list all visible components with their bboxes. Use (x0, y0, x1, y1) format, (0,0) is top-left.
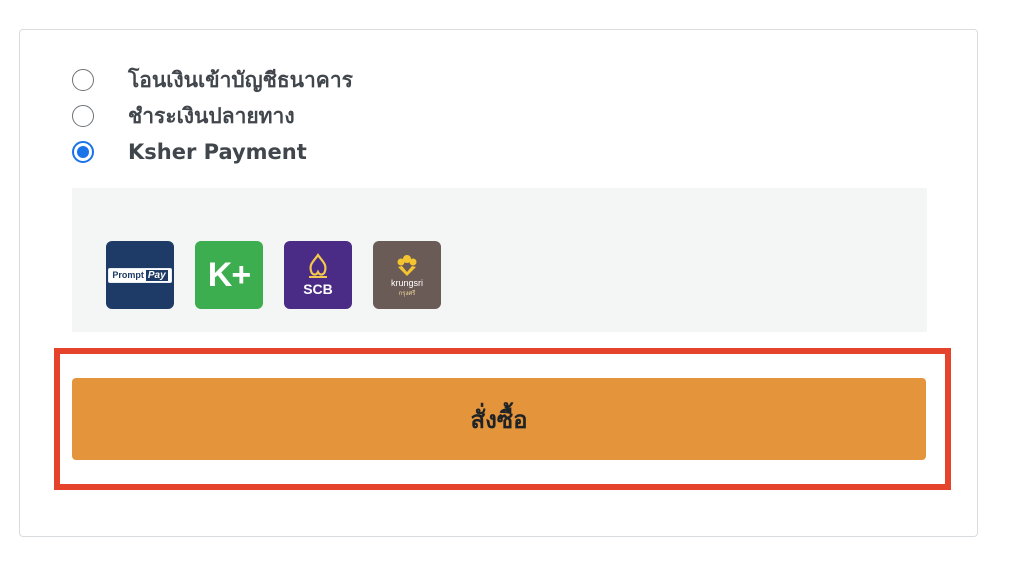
krungsri-logo-subtext: กรุงศรี (398, 289, 416, 297)
scb-logo-text: SCB (303, 281, 333, 297)
payment-option-label: ชำระเงินปลายทาง (128, 103, 295, 128)
payment-option-bank-transfer[interactable]: โอนเงินเข้าบัญชีธนาคาร (72, 62, 353, 98)
payment-option-ksher[interactable]: Ksher Payment (72, 134, 353, 170)
scb-icon[interactable]: SCB (284, 241, 352, 309)
kplus-icon[interactable]: K+ (195, 241, 263, 309)
radio-cash-on-delivery[interactable] (72, 105, 94, 127)
promptpay-logo-text-pay: Pay (145, 269, 168, 281)
krungsri-logo-text: krungsri (390, 277, 423, 288)
krungsri-emblem-icon (397, 254, 417, 276)
ksher-methods-row: Prompt Pay K+ SCB krungsri กรุงศรี (106, 241, 441, 309)
radio-bank-transfer[interactable] (72, 69, 94, 91)
payment-option-cash-on-delivery[interactable]: ชำระเงินปลายทาง (72, 98, 353, 134)
promptpay-icon[interactable]: Prompt Pay (106, 241, 174, 309)
promptpay-logo: Prompt Pay (108, 267, 172, 283)
promptpay-logo-text: Prompt (112, 270, 144, 280)
scb-emblem-icon (309, 253, 327, 278)
krungsri-icon[interactable]: krungsri กรุงศรี (373, 241, 441, 309)
order-button[interactable]: สั่งซื้อ (72, 378, 926, 460)
payment-option-label: โอนเงินเข้าบัญชีธนาคาร (128, 67, 353, 92)
payment-options-list: โอนเงินเข้าบัญชีธนาคาร ชำระเงินปลายทาง K… (72, 62, 353, 170)
radio-ksher[interactable] (72, 141, 94, 163)
payment-option-label: Ksher Payment (128, 140, 307, 164)
order-button-label: สั่งซื้อ (470, 406, 528, 434)
kplus-logo-text: K+ (207, 255, 251, 294)
